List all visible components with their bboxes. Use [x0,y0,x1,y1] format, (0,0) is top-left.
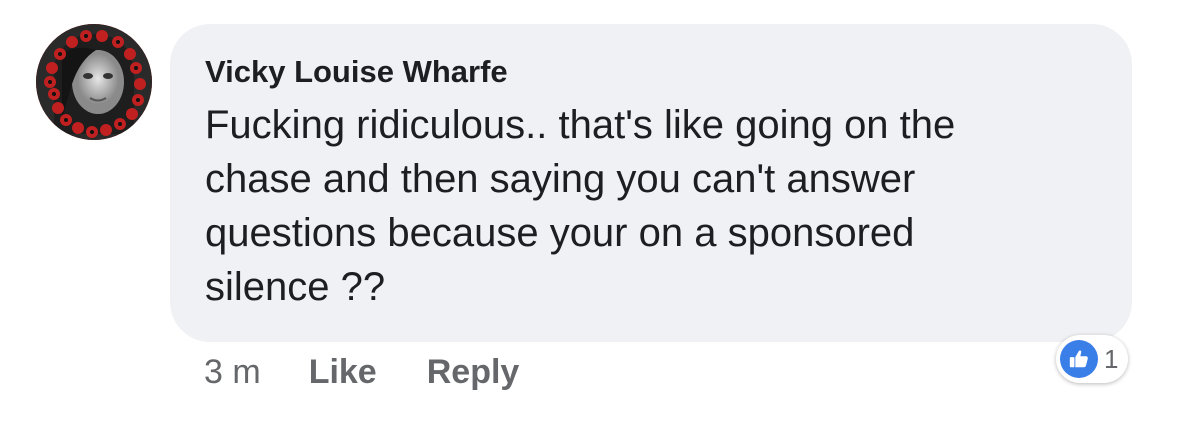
avatar-photo [36,24,152,140]
comment-bubble: Vicky Louise Wharfe Fucking ridiculous..… [170,24,1132,342]
like-button[interactable]: Like [309,353,377,392]
reaction-count: 1 [1104,343,1119,374]
comment: Vicky Louise Wharfe Fucking ridiculous..… [0,0,1200,429]
comment-actions: 3 m Like Reply [204,350,569,394]
comment-text: Fucking ridiculous.. that's like going o… [205,103,956,309]
reply-button[interactable]: Reply [427,353,520,392]
comment-timestamp[interactable]: 3 m [204,353,261,392]
avatar[interactable] [36,24,152,140]
comment-author[interactable]: Vicky Louise Wharfe [205,52,1098,92]
reaction-summary[interactable]: 1 [1056,335,1129,383]
thumbs-up-icon [1060,340,1098,378]
